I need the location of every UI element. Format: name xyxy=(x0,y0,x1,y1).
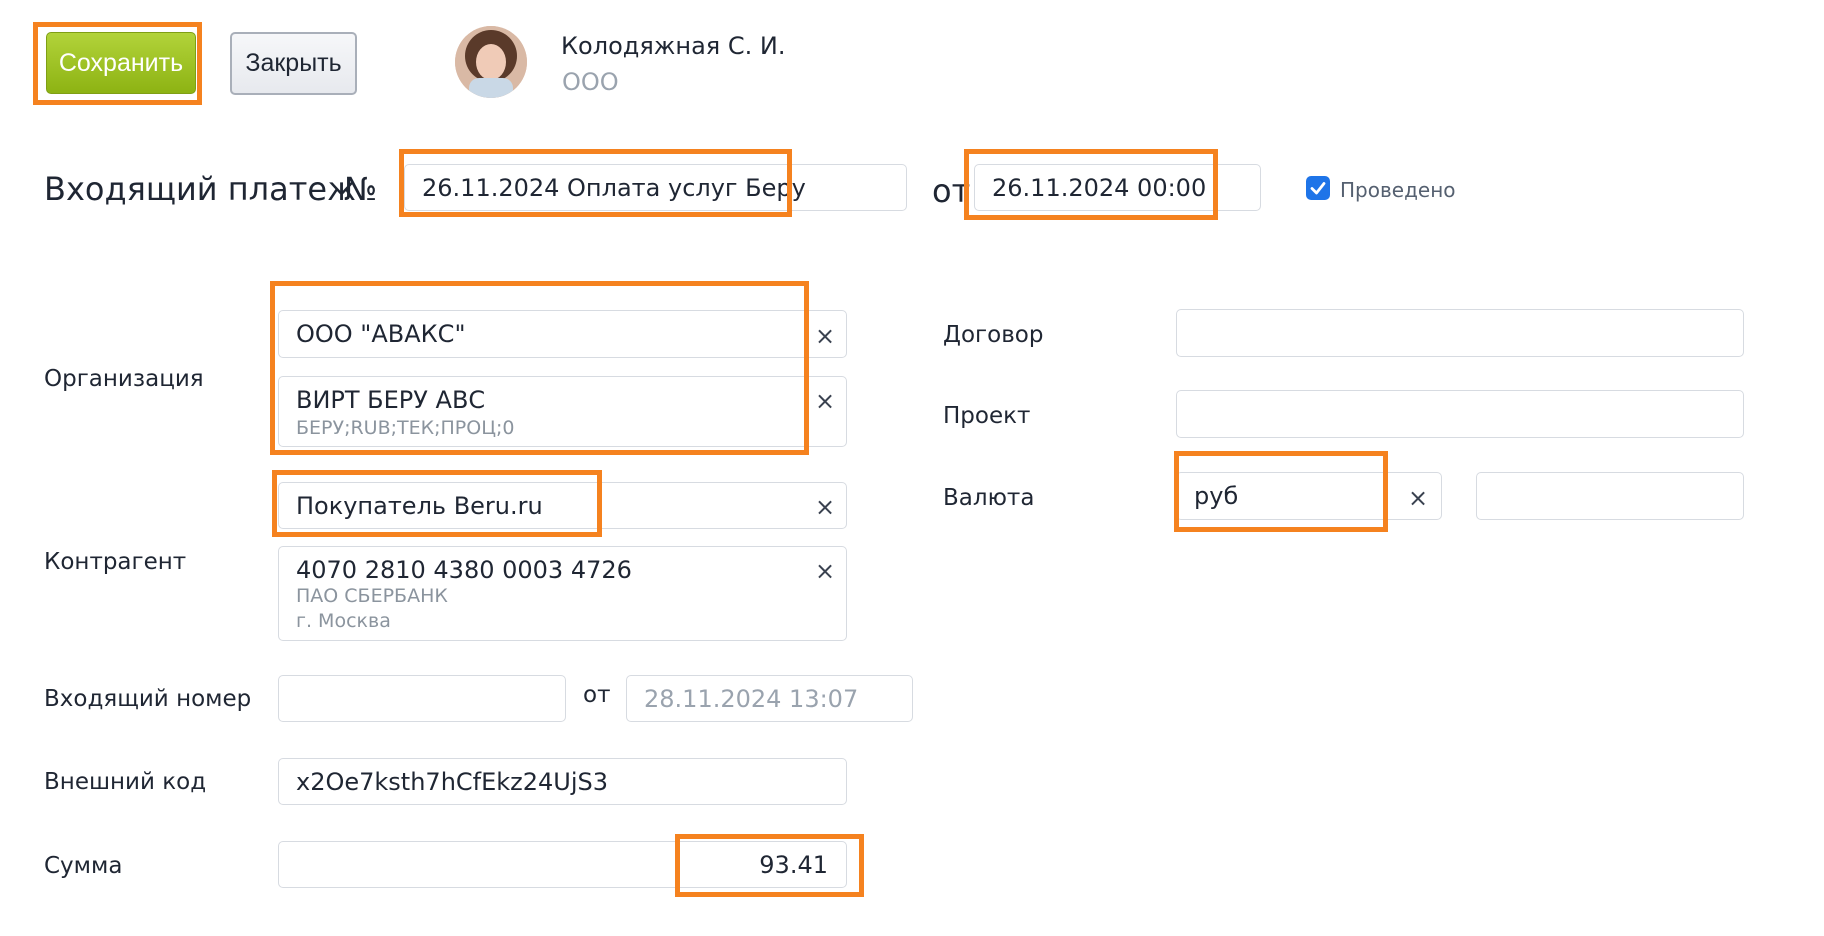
save-button[interactable]: Сохранить xyxy=(46,32,196,94)
document-number-value: 26.11.2024 Оплата услуг Беру xyxy=(422,174,806,202)
close-button[interactable]: Закрыть xyxy=(230,32,357,95)
organization-clear-icon[interactable]: × xyxy=(814,322,836,350)
project-input[interactable] xyxy=(1176,390,1744,438)
exchange-rate-input[interactable] xyxy=(1476,472,1744,520)
counterparty-label: Контрагент xyxy=(44,549,187,575)
amount-label: Сумма xyxy=(44,853,123,879)
posted-label: Проведено xyxy=(1340,178,1456,202)
external-code-value: x2Oe7ksth7hCfEkz24UjS3 xyxy=(296,768,609,796)
document-date-input[interactable]: 26.11.2024 00:00 xyxy=(974,164,1261,211)
counterparty-account-clear-icon[interactable]: × xyxy=(814,557,836,585)
organization-label: Организация xyxy=(44,366,204,392)
avatar xyxy=(455,26,527,98)
counterparty-bank-city: г. Москва xyxy=(296,610,391,632)
user-name: Колодяжная С. И. xyxy=(561,32,786,60)
posted-checkbox[interactable] xyxy=(1306,176,1330,200)
incoming-number-label: Входящий номер xyxy=(44,686,252,712)
bank-account-clear-icon[interactable]: × xyxy=(814,387,836,415)
incoming-number-input[interactable] xyxy=(278,675,566,722)
incoming-date-input[interactable]: 28.11.2024 13:07 xyxy=(626,675,913,722)
document-date-value: 26.11.2024 00:00 xyxy=(992,174,1207,202)
amount-input[interactable]: 93.41 xyxy=(278,841,847,888)
number-sign: № xyxy=(344,170,378,208)
currency-label: Валюта xyxy=(943,485,1035,511)
document-number-input[interactable]: 26.11.2024 Оплата услуг Беру xyxy=(404,164,907,211)
incoming-date-label: от xyxy=(583,682,611,708)
counterparty-input[interactable]: Покупатель Beru.ru xyxy=(278,482,847,529)
bank-account-input[interactable]: ВИРТ БЕРУ АВС БЕРУ;RUB;ТЕК;ПРОЦ;0 xyxy=(278,376,847,447)
bank-account-sub: БЕРУ;RUB;ТЕК;ПРОЦ;0 xyxy=(296,417,515,439)
contract-label: Договор xyxy=(943,322,1044,348)
currency-value: руб xyxy=(1194,482,1239,510)
external-code-input[interactable]: x2Oe7ksth7hCfEkz24UjS3 xyxy=(278,758,847,805)
checkmark-icon xyxy=(1310,182,1326,195)
organization-input[interactable]: ООО "АВАКС" xyxy=(278,310,847,358)
bank-account-value: ВИРТ БЕРУ АВС xyxy=(296,386,486,414)
project-label: Проект xyxy=(943,403,1031,429)
contract-input[interactable] xyxy=(1176,309,1744,357)
page-title: Входящий платеж xyxy=(44,170,356,208)
currency-input[interactable]: руб xyxy=(1176,472,1442,520)
user-organization: ООО xyxy=(562,68,619,96)
counterparty-value: Покупатель Beru.ru xyxy=(296,492,543,520)
organization-value: ООО "АВАКС" xyxy=(296,320,466,348)
currency-clear-icon[interactable]: × xyxy=(1407,484,1429,512)
amount-value: 93.41 xyxy=(759,851,828,879)
counterparty-account-input[interactable]: 4070 2810 4380 0003 4726 ПАО СБЕРБАНК г.… xyxy=(278,546,847,641)
counterparty-bank-name: ПАО СБЕРБАНК xyxy=(296,585,448,607)
external-code-label: Внешний код xyxy=(44,769,207,795)
incoming-date-placeholder: 28.11.2024 13:07 xyxy=(644,685,859,713)
counterparty-clear-icon[interactable]: × xyxy=(814,493,836,521)
counterparty-account-value: 4070 2810 4380 0003 4726 xyxy=(296,556,632,584)
document-date-label: от xyxy=(932,172,971,210)
